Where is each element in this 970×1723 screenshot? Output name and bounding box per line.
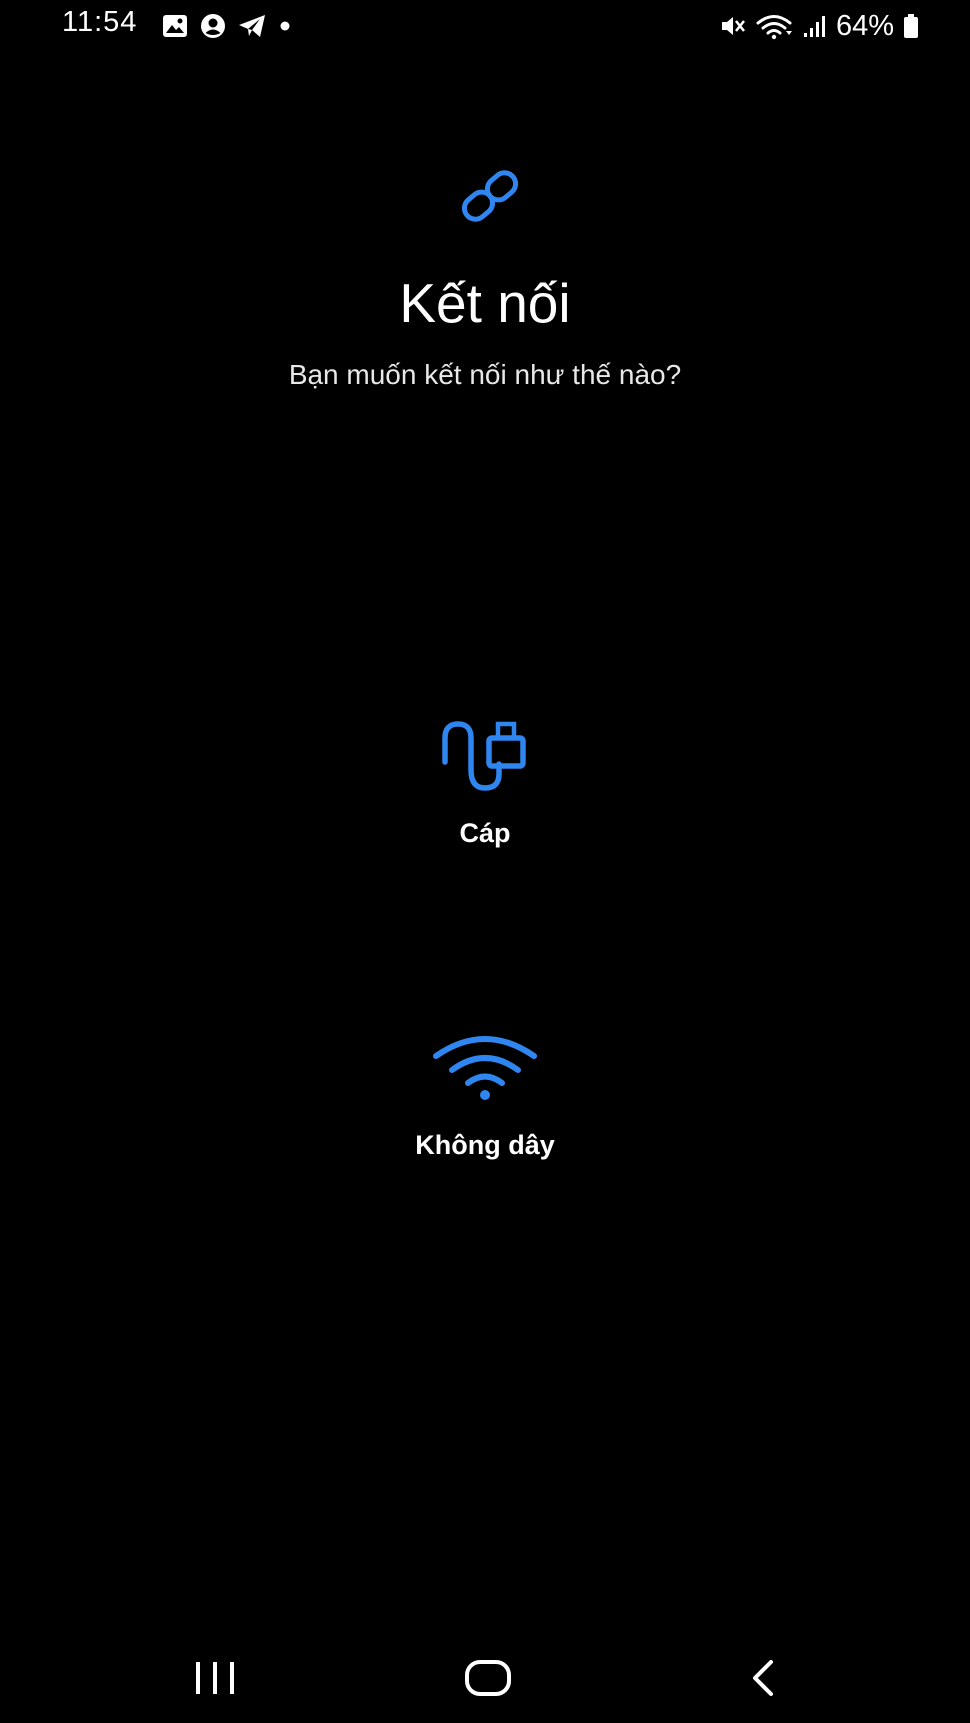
gallery-icon xyxy=(162,14,188,38)
back-icon xyxy=(745,1658,779,1698)
account-icon xyxy=(200,13,226,39)
status-time: 11:54 xyxy=(62,6,138,38)
status-left-icons xyxy=(162,12,292,40)
battery-percent: 64% xyxy=(835,9,894,42)
page-title: Kết nối xyxy=(399,272,571,334)
signal-icon xyxy=(802,13,828,39)
recents-button[interactable] xyxy=(165,1640,265,1716)
home-icon xyxy=(463,1658,513,1698)
wireless-option-label: Không dây xyxy=(415,1130,555,1160)
cable-option-button[interactable]: Cáp xyxy=(335,718,635,858)
notification-dot-icon xyxy=(278,19,292,33)
wifi-icon xyxy=(754,12,794,40)
telegram-icon xyxy=(238,14,266,38)
page-subtitle: Bạn muốn kết nối như thế nào? xyxy=(288,359,682,390)
back-button[interactable] xyxy=(712,1640,812,1716)
home-button[interactable] xyxy=(438,1640,538,1716)
wireless-option-button[interactable]: Không dây xyxy=(335,1030,635,1170)
mute-icon xyxy=(718,12,746,40)
cable-option-label: Cáp xyxy=(459,818,511,848)
status-bar: 11:54 64% xyxy=(0,0,970,52)
recents-icon xyxy=(192,1659,238,1697)
link-icon xyxy=(456,168,524,224)
status-right: 64% xyxy=(718,6,920,46)
wifi-icon xyxy=(430,1030,540,1102)
usb-cable-icon xyxy=(437,718,533,796)
battery-icon xyxy=(902,12,920,40)
navigation-bar xyxy=(0,1640,970,1716)
